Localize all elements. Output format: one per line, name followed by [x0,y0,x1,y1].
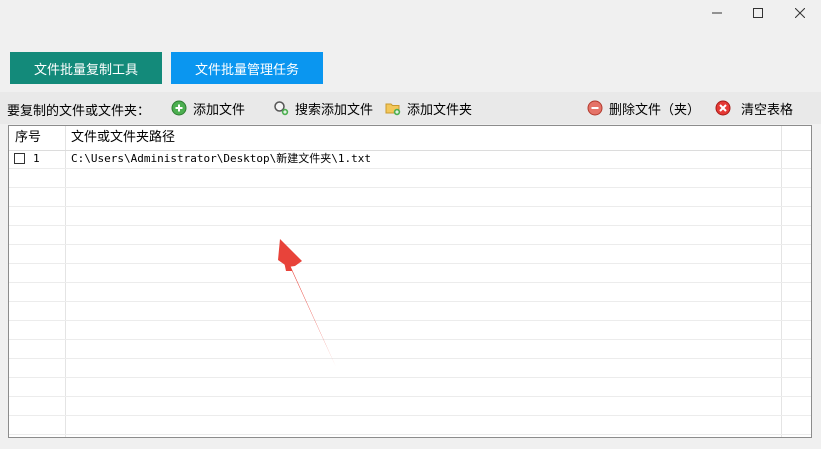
clear-icon [715,100,731,116]
search-add-file-label: 搜索添加文件 [295,102,374,118]
add-folder-button[interactable]: 添加文件夹 [385,98,472,118]
delete-file-label: 删除文件（夹） [609,102,701,118]
title-bar [0,0,821,26]
add-folder-label: 添加文件夹 [407,102,473,118]
clear-table-label: 清空表格 [741,102,794,118]
close-button[interactable] [779,0,821,26]
search-add-file-button[interactable]: 搜索添加文件 [273,98,373,118]
clear-table-button[interactable]: 清空表格 [715,98,793,118]
folder-add-icon [385,103,401,116]
annotation-arrow [278,239,336,367]
search-add-icon [274,101,289,116]
maximize-icon [753,8,763,18]
file-table[interactable]: 序号 文件或文件夹路径 1 C:\Users\Administrator\Des… [8,125,812,438]
close-icon [795,8,805,18]
remove-circle-icon [587,100,603,116]
arrow-head [278,239,302,267]
add-file-label: 添加文件 [193,102,246,118]
add-file-button[interactable]: 添加文件 [171,98,245,118]
tab-label: 文件批量复制工具 [33,62,138,78]
toolbar-label: 要复制的文件或文件夹： [7,104,151,119]
tab-file-batch-manage-task[interactable]: 文件批量管理任务 [171,52,323,84]
toolbar: 要复制的文件或文件夹： 添加文件 搜索添加文件 添加文件夹 删除文件（夹） 清空… [0,92,821,124]
add-circle-icon [171,100,187,116]
minimize-icon [712,12,722,14]
tab-label: 文件批量管理任务 [194,62,299,78]
delete-file-button[interactable]: 删除文件（夹） [587,98,700,118]
maximize-button[interactable] [737,0,779,26]
tab-file-batch-copy-tool[interactable]: 文件批量复制工具 [10,52,162,84]
minimize-button[interactable] [696,0,738,26]
